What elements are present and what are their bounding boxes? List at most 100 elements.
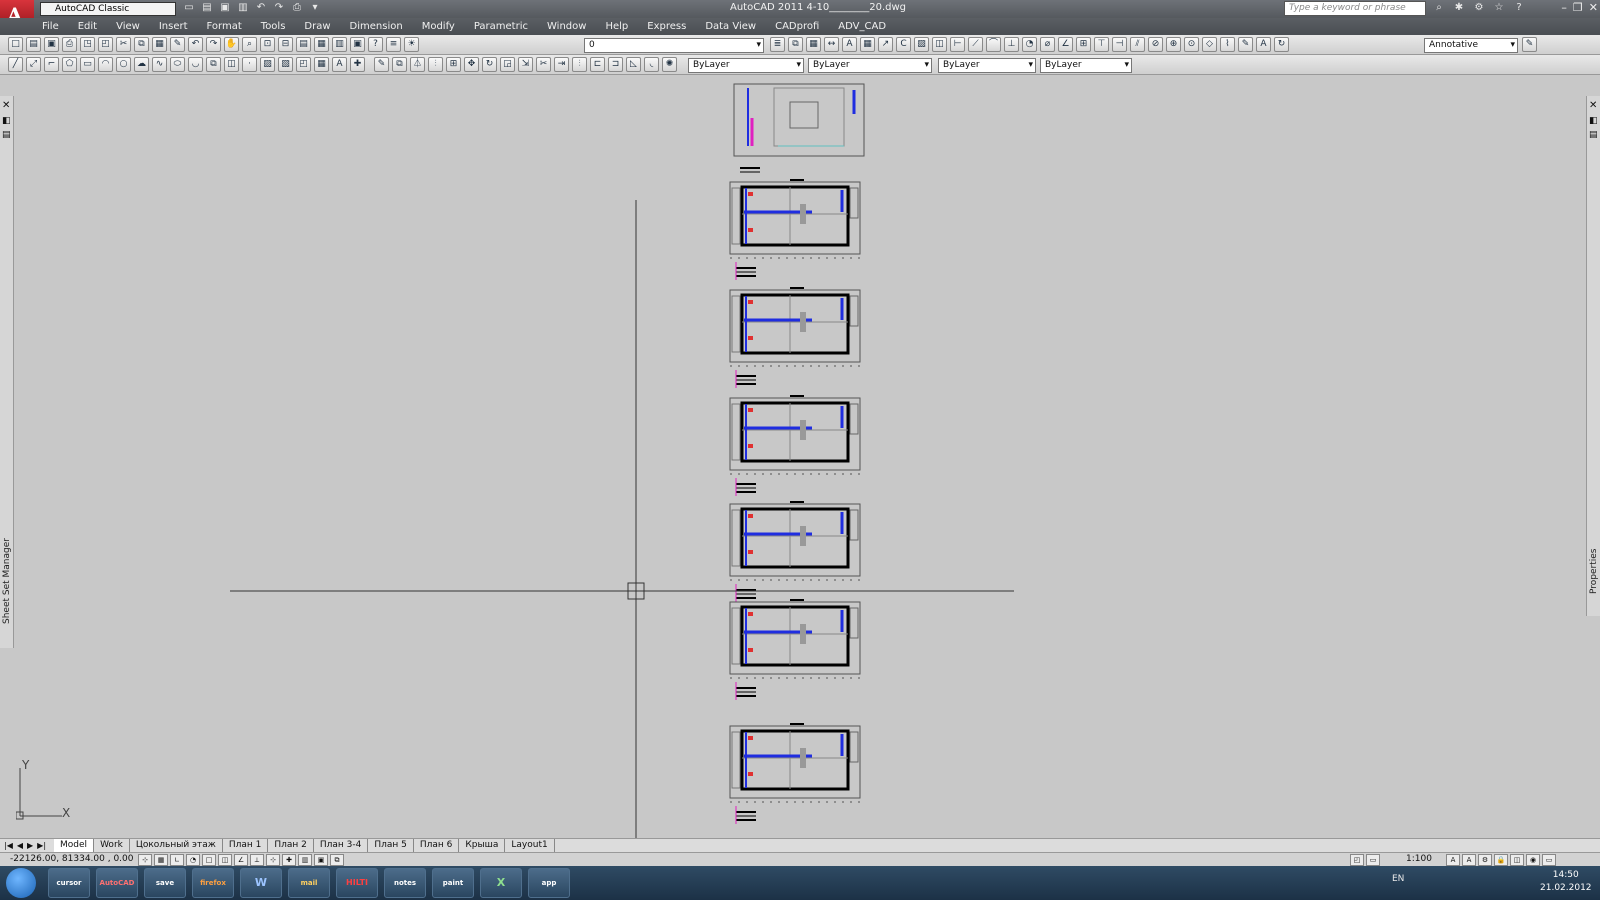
start-button[interactable] (6, 868, 36, 898)
menu-adv-cad[interactable]: ADV_CAD (838, 18, 886, 35)
hatch-draw-icon[interactable]: ▨ (260, 57, 275, 72)
menu-help[interactable]: Help (605, 18, 628, 35)
explode-icon[interactable]: ✺ (662, 57, 677, 72)
chamfer-icon[interactable]: ◺ (626, 57, 641, 72)
dim-angular-icon[interactable]: ∠ (1058, 37, 1073, 52)
polygon-icon[interactable]: ⬠ (62, 57, 77, 72)
menu-format[interactable]: Format (207, 18, 242, 35)
menu-data-view[interactable]: Data View (705, 18, 756, 35)
menu-window[interactable]: Window (547, 18, 586, 35)
tab-model[interactable]: Model (54, 839, 95, 852)
autohide-icon[interactable]: ◧ (2, 116, 11, 126)
taskbar-app-hilti[interactable]: HILTI (336, 868, 378, 898)
dim-radius-icon[interactable]: ◔ (1022, 37, 1037, 52)
ellipse-arc-icon[interactable]: ◡ (188, 57, 203, 72)
join-icon[interactable]: ⊐ (608, 57, 623, 72)
qnew-icon[interactable]: □ (8, 37, 23, 52)
annotation-visibility-icon[interactable]: A (1446, 854, 1460, 866)
add-selected-icon[interactable]: ✚ (350, 57, 365, 72)
dynamic-ucs-icon[interactable]: ⟂ (250, 854, 264, 866)
sheet-set-manager-palette[interactable]: ✕ ◧ ▤ Sheet Set Manager (0, 96, 14, 648)
taskbar-app-excel[interactable]: X (480, 868, 522, 898)
publish-icon[interactable]: ◰ (98, 37, 113, 52)
lock-icon[interactable]: 🔒 (1494, 854, 1508, 866)
circle-icon[interactable]: ○ (116, 57, 131, 72)
tab-plan-1[interactable]: План 1 (223, 839, 269, 852)
scale-icon[interactable]: ◲ (500, 57, 515, 72)
3d-osnap-icon[interactable]: ◫ (218, 854, 232, 866)
taskbar-app-cursor[interactable]: cursor (48, 868, 90, 898)
redo-icon[interactable]: ↷ (272, 1, 286, 15)
linetype-dropdown[interactable]: ByLayer (808, 58, 932, 73)
layout-icon[interactable]: ▭ (1366, 854, 1380, 866)
isolate-objects-icon[interactable]: ◉ (1526, 854, 1540, 866)
tolerance-icon[interactable]: ⊕ (1166, 37, 1181, 52)
coordinate-readout[interactable]: -22126.00, 81334.00 , 0.00 (10, 854, 133, 864)
menu-tools[interactable]: Tools (261, 18, 286, 35)
point-icon[interactable]: · (242, 57, 257, 72)
mirror-icon[interactable]: ⏃ (410, 57, 425, 72)
tab-plan-5[interactable]: План 5 (368, 839, 414, 852)
drawing-area[interactable] (14, 76, 1586, 838)
taskbar-app-notes[interactable]: notes (384, 868, 426, 898)
calculator-icon[interactable]: ▣ (350, 37, 365, 52)
jogged-linear-icon[interactable]: ⌇ (1220, 37, 1235, 52)
dim-space-icon[interactable]: ⫽ (1130, 37, 1145, 52)
close-icon[interactable]: ✕ (1589, 100, 1597, 111)
erase-icon[interactable]: ✎ (374, 57, 389, 72)
plot-icon[interactable]: ⎙ (290, 1, 304, 15)
make-current-icon[interactable]: ≣ (770, 37, 785, 52)
hardware-acceleration-icon[interactable]: ◫ (1510, 854, 1524, 866)
close-icon[interactable]: ✕ (1589, 1, 1598, 14)
menu-dimension[interactable]: Dimension (350, 18, 403, 35)
taskbar-app-paint[interactable]: paint (432, 868, 474, 898)
dim-ordinate-icon[interactable]: ⊥ (1004, 37, 1019, 52)
restore-icon[interactable]: ❐ (1573, 1, 1583, 14)
tab-plan-6[interactable]: План 6 (414, 839, 460, 852)
undo-tb-icon[interactable]: ↶ (188, 37, 203, 52)
undo-icon[interactable]: ↶ (254, 1, 268, 15)
help-icon[interactable]: ? (1512, 1, 1526, 15)
gradient-icon[interactable]: ▧ (278, 57, 293, 72)
tab-work[interactable]: Work (94, 839, 130, 852)
paste-icon[interactable]: ▦ (152, 37, 167, 52)
copy-object-icon[interactable]: ⧉ (392, 57, 407, 72)
prev-tab-icon[interactable]: ◀ (17, 841, 23, 850)
menu-view[interactable]: View (116, 18, 140, 35)
last-tab-icon[interactable]: ▶| (37, 841, 46, 850)
polyline-icon[interactable]: ⌐ (44, 57, 59, 72)
lineweight-icon[interactable]: ✚ (282, 854, 296, 866)
snap-mode-icon[interactable]: ⊹ (138, 854, 152, 866)
arc-icon[interactable]: ◠ (98, 57, 113, 72)
model-icon[interactable]: ◰ (1350, 854, 1364, 866)
system-clock[interactable]: 14:50 21.02.2012 (1540, 869, 1592, 895)
tab-basement[interactable]: Цокольный этаж (130, 839, 223, 852)
dim-baseline-icon[interactable]: ⊤ (1094, 37, 1109, 52)
table-style-icon[interactable]: ▦ (860, 37, 875, 52)
tab-roof[interactable]: Крыша (459, 839, 506, 852)
taskbar-app-autocad[interactable]: AutoCAD (96, 868, 138, 898)
tool-palettes-icon[interactable]: ▥ (332, 37, 347, 52)
ellipse-icon[interactable]: ⬭ (170, 57, 185, 72)
layer-previous-icon[interactable]: ⧉ (788, 37, 803, 52)
copy-icon[interactable]: ⧉ (134, 37, 149, 52)
region-icon[interactable]: ◰ (296, 57, 311, 72)
taskbar-app-firefox[interactable]: firefox (192, 868, 234, 898)
dim-update-icon[interactable]: ↻ (1274, 37, 1289, 52)
fillet-icon[interactable]: ◟ (644, 57, 659, 72)
redo-tb-icon[interactable]: ↷ (206, 37, 221, 52)
revision-cloud-icon[interactable]: ☁ (134, 57, 149, 72)
quick-dim-icon[interactable]: ⊞ (1076, 37, 1091, 52)
save-icon[interactable]: ▣ (218, 1, 232, 15)
cadprofi-c-icon[interactable]: C (896, 37, 911, 52)
taskbar-app-mail[interactable]: mail (288, 868, 330, 898)
open-file-icon[interactable]: ▤ (26, 37, 41, 52)
plotstyle-dropdown[interactable]: ByLayer (1040, 58, 1132, 73)
insert-block-icon[interactable]: ⧉ (206, 57, 221, 72)
annotation-scale-dropdown[interactable]: Annotative (1424, 38, 1518, 53)
palette-properties-icon[interactable]: ▤ (2, 130, 11, 140)
layer-states-icon[interactable]: ▦ (806, 37, 821, 52)
dim-edit-icon[interactable]: ✎ (1238, 37, 1253, 52)
tab-layout1[interactable]: Layout1 (505, 839, 555, 852)
object-snap-icon[interactable]: □ (202, 854, 216, 866)
